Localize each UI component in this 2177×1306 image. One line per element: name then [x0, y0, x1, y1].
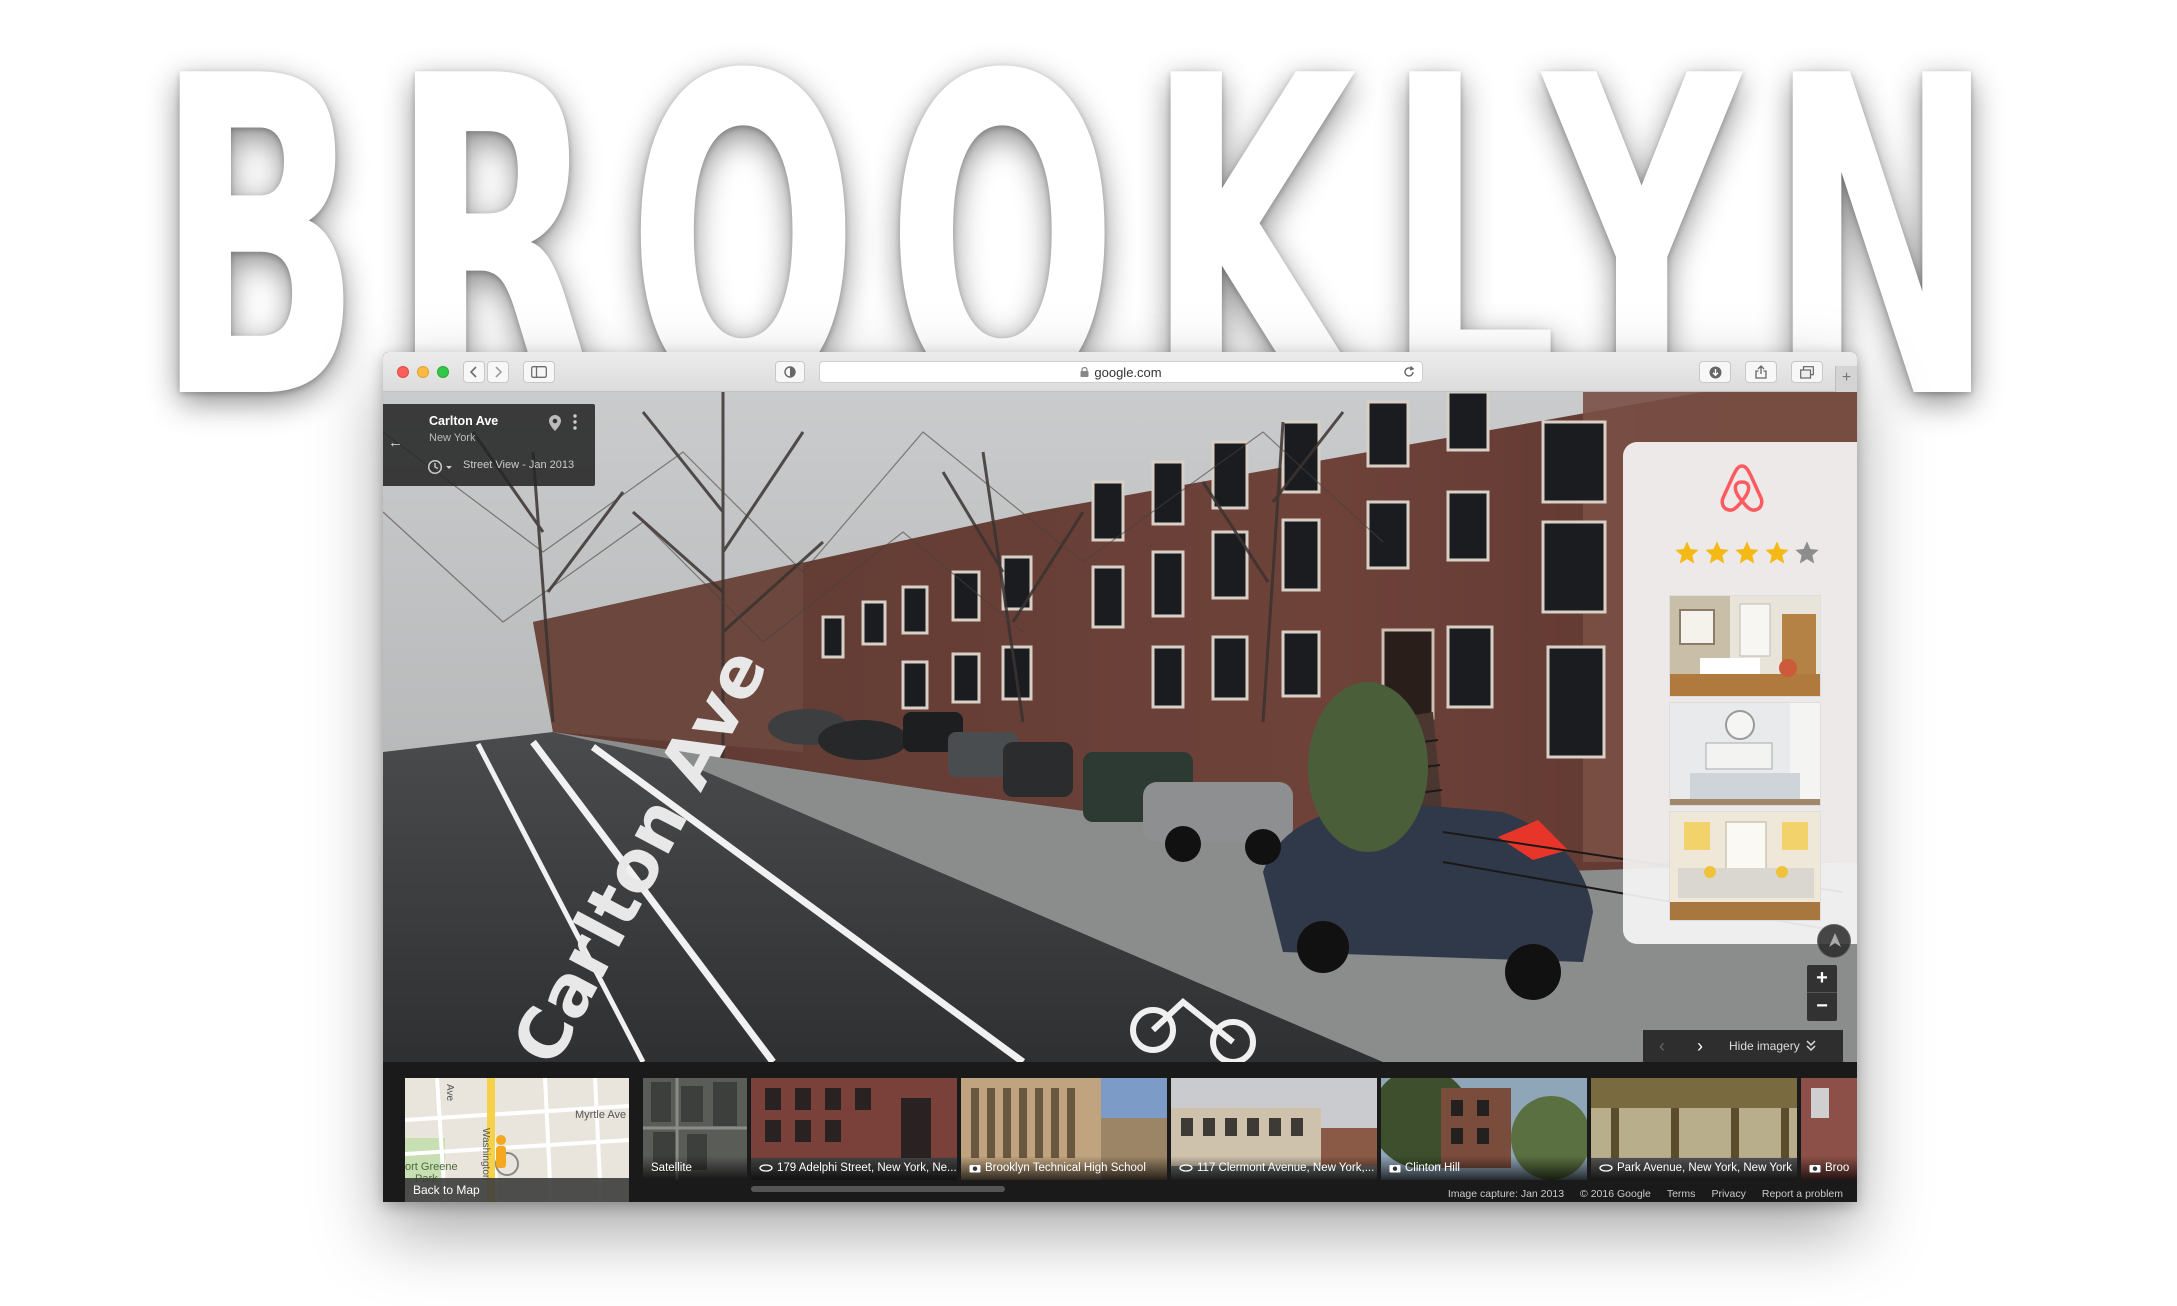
place-city: New York: [429, 432, 476, 444]
more-options-icon[interactable]: [573, 414, 577, 430]
copyright-text: © 2016 Google: [1580, 1188, 1651, 1200]
map-label-fort-greene: ort Greene: [405, 1161, 458, 1173]
thumb-caption-partial: Broo: [1825, 1162, 1850, 1174]
downloads-button[interactable]: [1699, 361, 1731, 383]
zoom-in-button[interactable]: +: [1807, 965, 1837, 993]
map-label-ave: Ave: [444, 1084, 455, 1101]
zoom-out-button[interactable]: −: [1807, 993, 1837, 1021]
back-button[interactable]: [463, 361, 485, 383]
airbnb-listing-card[interactable]: [1623, 442, 1857, 944]
thumb-caption-adelphi: 179 Adelphi Street, New York, Ne...: [777, 1162, 957, 1174]
address-bar[interactable]: google.com: [819, 361, 1423, 383]
listing-photo-lounge[interactable]: [1669, 811, 1821, 921]
compass-button[interactable]: [1817, 924, 1851, 958]
filmstrip-thumb-satellite[interactable]: Satellite: [643, 1078, 747, 1180]
filmstrip-scrollbar[interactable]: [751, 1186, 1005, 1192]
previous-image-button[interactable]: ‹: [1643, 1036, 1681, 1057]
thumb-caption-clinton-hill: Clinton Hill: [1405, 1162, 1460, 1174]
pegman-icon: [496, 1135, 506, 1168]
listing-photo-bedroom[interactable]: [1669, 702, 1821, 806]
tabs-overview-button[interactable]: [1791, 361, 1823, 383]
share-icon: [1755, 365, 1767, 379]
double-chevron-down-icon[interactable]: [1806, 1040, 1816, 1052]
capture-date-label: Street View - Jan 2013: [463, 459, 575, 471]
lock-icon: [1080, 367, 1089, 377]
map-footer: Image capture: Jan 2013 © 2016 Google Te…: [1448, 1188, 1843, 1200]
download-icon: [1709, 366, 1721, 378]
star-filled-icon: [1675, 541, 1699, 564]
map-label-myrtle: Myrtle Ave: [575, 1109, 626, 1121]
privacy-shield-button[interactable]: [775, 361, 805, 383]
thumb-caption-clermont: 117 Clermont Avenue, New York,...: [1197, 1162, 1375, 1174]
browser-window: google.com + Carlton Ave ← Carlton Ave N…: [383, 352, 1857, 1202]
thumb-caption-satellite: Satellite: [651, 1162, 692, 1174]
zoom-control: + −: [1807, 965, 1837, 1021]
history-clock-icon[interactable]: [427, 459, 455, 475]
image-capture-date: Image capture: Jan 2013: [1447, 1188, 1565, 1200]
rating-stars: [1673, 539, 1821, 567]
thumb-caption-brooklyn-tech: Brooklyn Technical High School: [985, 1162, 1146, 1174]
tabs-icon: [1800, 365, 1814, 379]
map-pin-icon[interactable]: [548, 414, 562, 432]
stage: BROOKLYN google.com + Carlton Ave ← Carl…: [0, 0, 2177, 1306]
back-to-map-button[interactable]: Back to Map: [405, 1178, 629, 1202]
filmstrip-thumb-park-avenue[interactable]: Park Avenue, New York, New York: [1591, 1078, 1797, 1180]
compass-icon: [1829, 933, 1841, 947]
place-title: Carlton Ave: [429, 414, 499, 428]
imagery-control-bar: ‹ › Hide imagery: [1643, 1030, 1843, 1062]
browser-toolbar: google.com +: [383, 352, 1857, 392]
location-info-card: ← Carlton Ave New York Street View - Jan…: [383, 404, 595, 486]
close-window-button[interactable]: [397, 366, 409, 378]
sidebar-icon: [531, 366, 547, 378]
terms-link[interactable]: Terms: [1667, 1188, 1696, 1200]
zoom-window-button[interactable]: [437, 366, 449, 378]
camera-icon: [969, 1164, 981, 1173]
filmstrip-thumb-brooklyn-tech[interactable]: Brooklyn Technical High School: [961, 1078, 1167, 1180]
360-icon: [759, 1164, 773, 1172]
star-filled-icon: [1705, 541, 1729, 564]
hide-imagery-button[interactable]: Hide imagery: [1729, 1039, 1800, 1053]
listing-photo-living-room[interactable]: [1669, 595, 1821, 697]
chevron-left-icon: [470, 366, 477, 378]
back-arrow-icon[interactable]: ←: [388, 434, 403, 451]
shield-icon: [784, 366, 796, 378]
star-filled-icon: [1765, 541, 1789, 564]
star-empty-icon: [1795, 541, 1819, 564]
reload-icon[interactable]: [1402, 365, 1416, 379]
camera-icon: [1809, 1164, 1821, 1173]
map-thumbnail[interactable]: Myrtle Ave Washington ort Greene Park Av…: [405, 1078, 629, 1202]
chevron-right-icon: [495, 366, 502, 378]
star-filled-icon: [1735, 541, 1759, 564]
next-image-button[interactable]: ›: [1681, 1036, 1719, 1057]
thumb-caption-park-avenue: Park Avenue, New York, New York: [1617, 1162, 1792, 1174]
forward-button[interactable]: [487, 361, 509, 383]
imagery-filmstrip: Myrtle Ave Washington ort Greene Park Av…: [383, 1062, 1857, 1202]
filmstrip-thumb-clinton-hill[interactable]: Clinton Hill: [1381, 1078, 1587, 1180]
report-problem-link[interactable]: Report a problem: [1762, 1188, 1843, 1200]
airbnb-logo-icon: [1720, 464, 1764, 512]
sidebar-toggle-button[interactable]: [523, 361, 555, 383]
filmstrip-thumb-adelphi[interactable]: 179 Adelphi Street, New York, Ne...: [751, 1078, 957, 1180]
url-text: google.com: [1094, 364, 1162, 380]
camera-icon: [1389, 1164, 1401, 1173]
share-button[interactable]: [1745, 361, 1777, 383]
new-tab-button[interactable]: +: [1835, 366, 1857, 392]
map-label-washington: Washington: [480, 1128, 491, 1180]
filmstrip-thumb-partial[interactable]: Broo: [1801, 1078, 1857, 1180]
filmstrip-thumb-clermont[interactable]: 117 Clermont Avenue, New York,...: [1171, 1078, 1377, 1180]
360-icon: [1599, 1164, 1613, 1172]
minimize-window-button[interactable]: [417, 366, 429, 378]
360-icon: [1179, 1164, 1193, 1172]
privacy-link[interactable]: Privacy: [1711, 1188, 1745, 1200]
street-view-panorama[interactable]: Carlton Ave ← Carlton Ave New York Stree…: [383, 392, 1857, 1062]
